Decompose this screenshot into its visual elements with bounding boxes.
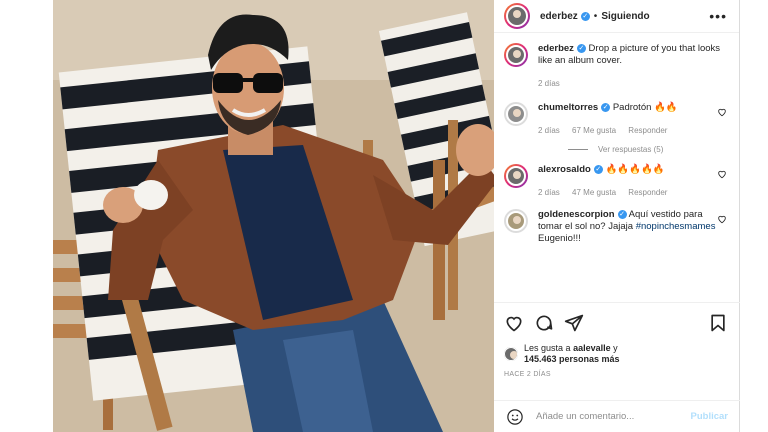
caption-row: ederbez ✓ Drop a picture of you that look… — [504, 43, 727, 90]
heart-icon[interactable] — [504, 313, 524, 333]
comment-body: goldenescorpion ✓ Aquí vestido para tomar… — [538, 209, 717, 245]
likes-prefix: Les gusta a — [524, 343, 571, 353]
comment-likes[interactable]: 47 Me gusta — [572, 188, 616, 197]
verified-badge-icon: ✓ — [617, 209, 627, 219]
likes-summary: Les gusta a aalevalle y 145.463 personas… — [504, 343, 728, 365]
liker-username[interactable]: aalevalle — [573, 343, 611, 353]
follow-status-button[interactable]: Siguiendo — [601, 11, 649, 22]
view-replies-label: Ver respuestas (5) — [598, 145, 664, 154]
likes-connector: y — [613, 343, 618, 353]
verified-badge-icon: ✓ — [601, 102, 611, 112]
comment-row: goldenescorpion ✓ Aquí vestido para tomar… — [504, 209, 727, 245]
author-avatar[interactable] — [504, 3, 530, 29]
caption-time[interactable]: 2 días — [538, 79, 560, 88]
comment-text: 🔥🔥🔥🔥🔥 — [605, 164, 665, 175]
comment-icon[interactable] — [534, 313, 554, 333]
caption-username[interactable]: ederbez — [538, 43, 574, 54]
comment-meta: 2 días 47 Me gusta Responder — [538, 187, 717, 199]
verified-badge-icon: ✓ — [576, 43, 586, 53]
post-photo[interactable] — [53, 0, 494, 432]
commenter-avatar[interactable] — [504, 209, 528, 233]
comment-username[interactable]: goldenescorpion — [538, 209, 615, 220]
comment-hashtag[interactable]: #nopinchesmames — [636, 221, 716, 232]
add-comment-input[interactable]: Añade un comentario... — [536, 411, 691, 422]
instagram-post-viewer: ederbez ✓ • Siguiendo ••• ederbez ✓ Drop … — [0, 0, 768, 432]
replies-line — [568, 149, 588, 150]
emoji-icon[interactable] — [506, 408, 524, 426]
comments-list: ederbez ✓ Drop a picture of you that look… — [494, 33, 739, 303]
caption-meta: 2 días — [538, 78, 727, 90]
comment-username[interactable]: alexrosaldo — [538, 164, 591, 175]
comment-likes[interactable]: 67 Me gusta — [572, 126, 616, 135]
comment-meta: 2 días 67 Me gusta Responder — [538, 125, 717, 137]
comment-text-after: Eugenio!!! — [538, 233, 581, 244]
action-icons — [504, 311, 728, 335]
reply-button[interactable]: Responder — [628, 126, 667, 135]
publish-button[interactable]: Publicar — [691, 411, 729, 422]
post-photo-illustration — [53, 0, 494, 432]
posted-time[interactable]: HACE 2 DÍAS — [504, 371, 728, 378]
comment-text: Padrotón 🔥🔥 — [612, 102, 678, 113]
commenter-avatar[interactable] — [504, 164, 528, 188]
verified-badge-icon: ✓ — [580, 11, 590, 21]
view-replies-button[interactable]: Ver respuestas (5) — [568, 145, 727, 154]
comment-like-heart-icon[interactable] — [717, 169, 727, 179]
comment-time[interactable]: 2 días — [538, 126, 560, 135]
post-header: ederbez ✓ • Siguiendo ••• — [494, 0, 739, 33]
caption-body: ederbez ✓ Drop a picture of you that look… — [538, 43, 727, 90]
comment-body: chumeltorres ✓ Padrotón 🔥🔥 2 días 67 Me g… — [538, 102, 717, 137]
comment-time[interactable]: 2 días — [538, 188, 560, 197]
bookmark-icon[interactable] — [708, 313, 728, 333]
separator-dot: • — [593, 10, 598, 22]
likes-text: Les gusta a aalevalle y 145.463 personas… — [524, 343, 620, 365]
comment-row: chumeltorres ✓ Padrotón 🔥🔥 2 días 67 Me g… — [504, 102, 727, 137]
post-actions: Les gusta a aalevalle y 145.463 personas… — [494, 302, 740, 378]
more-options-icon[interactable]: ••• — [709, 8, 727, 24]
post-side-panel: ederbez ✓ • Siguiendo ••• ederbez ✓ Drop … — [494, 0, 740, 432]
likes-count[interactable]: 145.463 personas más — [524, 354, 620, 364]
commenter-avatar[interactable] — [504, 102, 528, 126]
verified-badge-icon: ✓ — [593, 164, 603, 174]
comment-like-heart-icon[interactable] — [717, 107, 727, 117]
comment-body: alexrosaldo ✓ 🔥🔥🔥🔥🔥 2 días 47 Me gusta Re… — [538, 164, 717, 199]
reply-button[interactable]: Responder — [628, 188, 667, 197]
liker-avatar[interactable] — [504, 347, 518, 361]
comment-row: alexrosaldo ✓ 🔥🔥🔥🔥🔥 2 días 47 Me gusta Re… — [504, 164, 727, 199]
comment-like-heart-icon[interactable] — [717, 214, 727, 224]
author-username[interactable]: ederbez — [540, 11, 578, 22]
share-icon[interactable] — [564, 313, 584, 333]
author-avatar-small[interactable] — [504, 43, 528, 67]
comment-username[interactable]: chumeltorres — [538, 102, 598, 113]
add-comment-bar: Añade un comentario... Publicar — [494, 400, 740, 432]
